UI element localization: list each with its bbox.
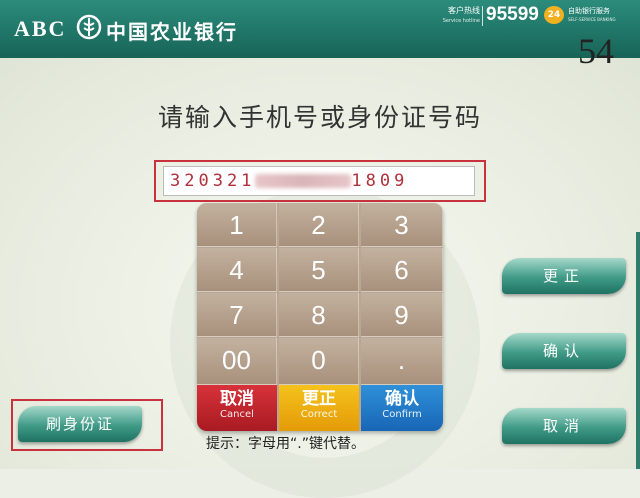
key-4[interactable]: 4 xyxy=(197,248,277,292)
hotline-divider xyxy=(482,6,483,26)
logo-abc: ABC xyxy=(14,16,67,41)
key-1[interactable]: 1 xyxy=(197,203,277,247)
key-6[interactable]: 6 xyxy=(361,248,443,292)
page-title: 请输入手机号或身份证号码 xyxy=(157,103,482,132)
keypad-cancel-button[interactable]: 取消 Cancel xyxy=(197,385,277,431)
keypad-confirm-button[interactable]: 确认 Confirm xyxy=(361,385,443,431)
key-2[interactable]: 2 xyxy=(279,203,359,247)
hotline-label: 客户热线 Service hotline xyxy=(442,6,480,24)
id-number-input[interactable]: 320321 1809 xyxy=(163,166,475,196)
screen-edge xyxy=(636,232,640,469)
key-9[interactable]: 9 xyxy=(361,293,443,337)
correct-button[interactable]: 更正 xyxy=(502,258,626,294)
key-dot[interactable]: . xyxy=(361,338,443,385)
input-prefix: 320321 xyxy=(170,171,256,191)
keypad-correct-button[interactable]: 更正 Correct xyxy=(279,385,359,431)
key-8[interactable]: 8 xyxy=(279,293,359,337)
key-7[interactable]: 7 xyxy=(197,293,277,337)
numeric-keypad: 1 2 3 4 5 6 7 8 9 00 0 . 取消 Cancel 更正 Co… xyxy=(197,203,443,431)
swipe-id-card-button[interactable]: 刷身份证 xyxy=(18,406,142,442)
bank-name: 中国农业银行 xyxy=(106,20,238,44)
countdown-timer: 54 xyxy=(578,31,614,71)
key-0[interactable]: 0 xyxy=(279,338,359,385)
input-hint: 提示：字母用“.”键代替。 xyxy=(206,436,365,452)
header-bar: ABC 中国农业银行 客户热线 Service hotline 95599 24… xyxy=(0,0,640,58)
key-00[interactable]: 00 xyxy=(197,338,277,385)
confirm-button[interactable]: 确认 xyxy=(502,333,626,369)
cancel-button[interactable]: 取消 xyxy=(502,408,626,444)
input-suffix: 1809 xyxy=(351,171,409,191)
24h-badge-icon: 24 xyxy=(544,6,564,24)
bank-emblem-icon xyxy=(76,14,102,40)
hotline-number: 95599 xyxy=(486,4,539,25)
key-3[interactable]: 3 xyxy=(361,203,443,247)
masked-digits xyxy=(255,174,352,188)
key-5[interactable]: 5 xyxy=(279,248,359,292)
self-service-label: 自助银行服务 SELF-SERVICE BANKING xyxy=(568,7,616,22)
